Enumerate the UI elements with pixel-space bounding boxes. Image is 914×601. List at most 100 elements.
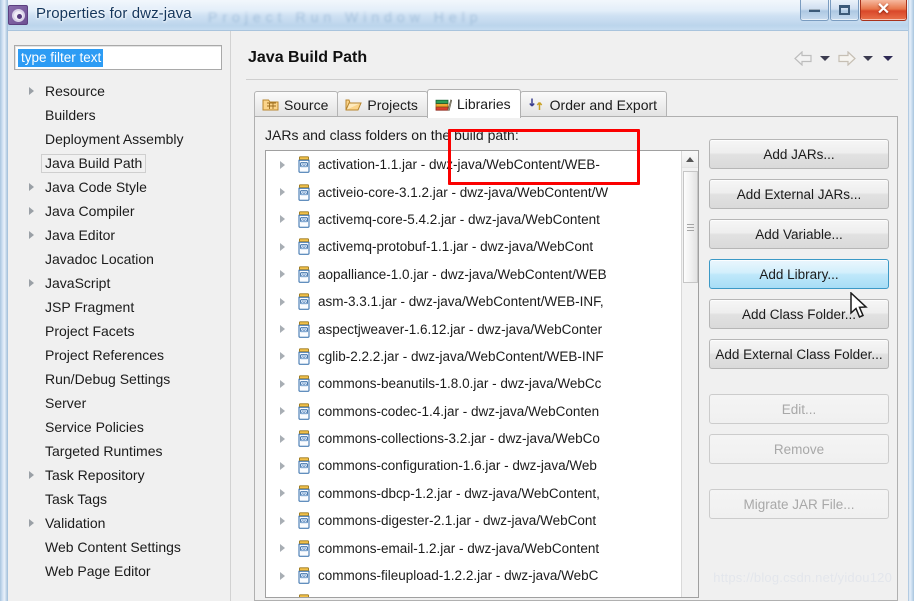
jar-list-item[interactable]: 010 commons-codec-1.4.jar - dwz-java/Web…: [266, 398, 698, 425]
sidebar-item-javadoc-location[interactable]: Javadoc Location: [8, 247, 230, 271]
add-external-jars-button[interactable]: Add External JARs...: [709, 179, 889, 209]
sidebar-item-deployment-assembly[interactable]: Deployment Assembly: [8, 127, 230, 151]
sidebar-item-builders[interactable]: Builders: [8, 103, 230, 127]
jar-entry-label: commons-dbcp-1.2.jar - dwz-java/WebConte…: [318, 485, 600, 501]
expand-arrow-icon[interactable]: [24, 204, 38, 218]
forward-dropdown-caret[interactable]: [863, 56, 873, 61]
sidebar-item-label: Project Facets: [45, 322, 135, 339]
jar-list-item[interactable]: 010 activemq-core-5.4.2.jar - dwz-java/W…: [266, 206, 698, 233]
maximize-button[interactable]: [830, 0, 859, 21]
sidebar-item-task-repository[interactable]: Task Repository: [8, 463, 230, 487]
add-jars-button[interactable]: Add JARs...: [709, 139, 889, 169]
jar-entry-label: asm-3.3.1.jar - dwz-java/WebContent/WEB-…: [318, 294, 604, 310]
sidebar-item-web-page-editor[interactable]: Web Page Editor: [8, 559, 230, 583]
jar-list-item[interactable]: 010 commons-collections-3.2.jar - dwz-ja…: [266, 425, 698, 452]
jar-list-scrollbar[interactable]: [681, 151, 698, 597]
sidebar-item-validation[interactable]: Validation: [8, 511, 230, 535]
add-external-class-folder-button[interactable]: Add External Class Folder...: [709, 339, 889, 369]
expand-arrow-icon[interactable]: [280, 380, 292, 388]
jar-list-item[interactable]: 010 aopalliance-1.0.jar - dwz-java/WebCo…: [266, 261, 698, 288]
sidebar-item-java-compiler[interactable]: Java Compiler: [8, 199, 230, 223]
expand-arrow-icon[interactable]: [280, 270, 292, 278]
back-arrow-icon[interactable]: [794, 51, 813, 66]
jar-file-icon: 010: [296, 211, 312, 228]
expand-arrow-icon[interactable]: [280, 352, 292, 360]
jar-list-item[interactable]: 010 aspectjweaver-1.6.12.jar - dwz-java/…: [266, 315, 698, 342]
tab-projects[interactable]: Projects: [337, 91, 428, 117]
jar-list-item[interactable]: 010 commons-configuration-1.6.jar - dwz-…: [266, 452, 698, 479]
jar-list-item[interactable]: 010 commons-httpclient-3.1.jar - dwz-jav…: [266, 589, 698, 597]
sidebar-item-project-facets[interactable]: Project Facets: [8, 319, 230, 343]
expand-arrow-icon[interactable]: [280, 407, 292, 415]
tab-source[interactable]: Source: [254, 91, 339, 117]
expand-arrow-icon[interactable]: [24, 180, 38, 194]
tab-order-and-export[interactable]: Order and Export: [519, 91, 668, 117]
jar-list-item[interactable]: 010 commons-dbcp-1.2.jar - dwz-java/WebC…: [266, 480, 698, 507]
expand-arrow-icon[interactable]: [280, 188, 292, 196]
expand-arrow-icon[interactable]: [280, 489, 292, 497]
jar-entry-label: aopalliance-1.0.jar - dwz-java/WebConten…: [318, 266, 607, 282]
tab-libraries[interactable]: Libraries: [426, 89, 521, 118]
pane-divider-sash[interactable]: [230, 31, 238, 601]
svg-text:010: 010: [300, 491, 308, 496]
sidebar-item-run-debug-settings[interactable]: Run/Debug Settings: [8, 367, 230, 391]
sidebar-item-resource[interactable]: Resource: [8, 79, 230, 103]
expand-arrow-icon[interactable]: [280, 517, 292, 525]
sidebar-item-service-policies[interactable]: Service Policies: [8, 415, 230, 439]
forward-arrow-icon[interactable]: [837, 51, 856, 66]
build-path-tabs[interactable]: Source Projects Libraries Order and Expo…: [254, 89, 898, 118]
sidebar-item-java-editor[interactable]: Java Editor: [8, 223, 230, 247]
svg-text:010: 010: [300, 546, 308, 551]
expand-arrow-icon[interactable]: [24, 84, 38, 98]
expand-arrow-icon[interactable]: [24, 276, 38, 290]
jar-list-item[interactable]: 010 activeio-core-3.1.2.jar - dwz-java/W…: [266, 178, 698, 205]
jar-list-item[interactable]: 010 activation-1.1.jar - dwz-java/WebCon…: [266, 151, 698, 178]
expand-arrow-icon[interactable]: [280, 572, 292, 580]
jar-entry-label: activation-1.1.jar - dwz-java/WebContent…: [318, 157, 600, 173]
libraries-tab-content: JARs and class folders on the build path…: [254, 117, 898, 601]
expand-arrow-icon[interactable]: [280, 161, 292, 169]
jar-list-item[interactable]: 010 cglib-2.2.2.jar - dwz-java/WebConten…: [266, 343, 698, 370]
expand-arrow-icon[interactable]: [280, 298, 292, 306]
expand-arrow-icon[interactable]: [280, 462, 292, 470]
filter-field-wrapper[interactable]: type filter text: [14, 45, 222, 70]
scroll-up-arrow-icon[interactable]: [682, 151, 698, 168]
add-library-button[interactable]: Add Library...: [709, 259, 889, 289]
expand-arrow-icon[interactable]: [280, 544, 292, 552]
jar-list-item[interactable]: 010 commons-email-1.2.jar - dwz-java/Web…: [266, 534, 698, 561]
settings-tree[interactable]: Resource Builders Deployment Assembly Java …: [8, 79, 230, 601]
jar-list[interactable]: 010 activation-1.1.jar - dwz-java/WebCon…: [265, 150, 699, 598]
sidebar-item-java-code-style[interactable]: Java Code Style: [8, 175, 230, 199]
expand-arrow-icon[interactable]: [24, 228, 38, 242]
view-menu-caret[interactable]: [883, 56, 893, 61]
expand-arrow-icon[interactable]: [280, 325, 292, 333]
title-bar[interactable]: Properties for dwz-java Project Run Wind…: [0, 0, 914, 31]
sidebar-item-java-build-path[interactable]: Java Build Path: [8, 151, 230, 175]
close-button[interactable]: ✕: [860, 0, 907, 21]
expand-arrow-icon[interactable]: [280, 215, 292, 223]
sidebar-item-server[interactable]: Server: [8, 391, 230, 415]
expand-arrow-icon[interactable]: [280, 243, 292, 251]
sidebar-item-web-content-settings[interactable]: Web Content Settings: [8, 535, 230, 559]
jar-list-item[interactable]: 010 commons-digester-2.1.jar - dwz-java/…: [266, 507, 698, 534]
expand-arrow-icon[interactable]: [24, 516, 38, 530]
expand-arrow-icon[interactable]: [280, 435, 292, 443]
sidebar-item-javascript[interactable]: JavaScript: [8, 271, 230, 295]
sidebar-item-targeted-runtimes[interactable]: Targeted Runtimes: [8, 439, 230, 463]
expand-arrow-icon[interactable]: [24, 468, 38, 482]
scrollbar-thumb[interactable]: [683, 171, 698, 283]
sidebar-item-project-references[interactable]: Project References: [8, 343, 230, 367]
jar-list-item[interactable]: 010 activemq-protobuf-1.1.jar - dwz-java…: [266, 233, 698, 260]
jar-list-item[interactable]: 010 commons-beanutils-1.8.0.jar - dwz-ja…: [266, 370, 698, 397]
sidebar-item-label: Targeted Runtimes: [45, 442, 163, 459]
add-variable-button[interactable]: Add Variable...: [709, 219, 889, 249]
minimize-button[interactable]: [800, 0, 829, 21]
sidebar-item-jsp-fragment[interactable]: JSP Fragment: [8, 295, 230, 319]
search-input[interactable]: type filter text: [14, 45, 222, 70]
jar-list-item[interactable]: 010 asm-3.3.1.jar - dwz-java/WebContent/…: [266, 288, 698, 315]
jar-list-item[interactable]: 010 commons-fileupload-1.2.2.jar - dwz-j…: [266, 562, 698, 589]
sidebar-item-task-tags[interactable]: Task Tags: [8, 487, 230, 511]
back-dropdown-caret[interactable]: [820, 56, 830, 61]
